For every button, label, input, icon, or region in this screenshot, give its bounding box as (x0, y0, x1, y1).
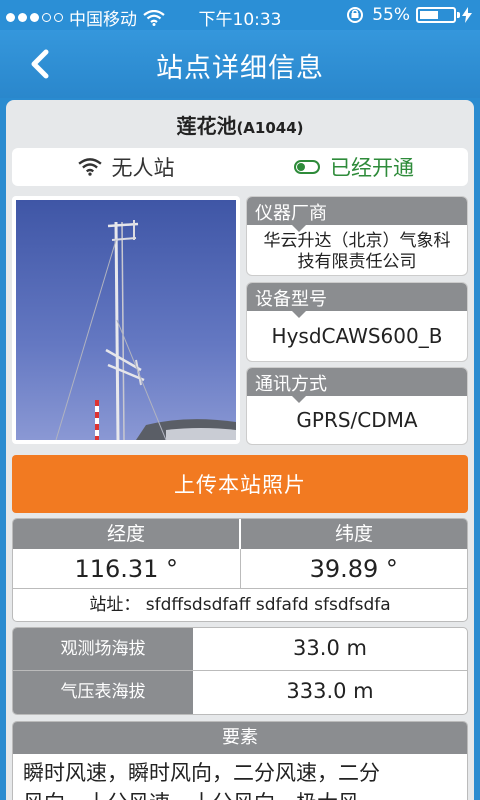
model-value: HysdCAWS600_B (271, 324, 443, 348)
battery-icon (416, 7, 460, 23)
model-box: 设备型号 HysdCAWS600_B (246, 282, 468, 362)
station-status: 已经开通 (240, 148, 468, 186)
manufacturer-box: 仪器厂商 华云升达（北京）气象科 技有限责任公司 (246, 196, 468, 276)
elements-line1: 瞬时风速，瞬时风向，二分风速，二分 (23, 761, 380, 785)
elements-text: 瞬时风速，瞬时风向，二分风速，二分 风向，十分风速，十分风向，极大风 (13, 754, 467, 800)
longitude-value: 116.31 ° (13, 549, 241, 588)
toggle-on-icon (294, 160, 320, 174)
station-detail-panel: 莲花池(A1044) 无人站 已经开通 仪器厂商 华云升达（北京）气象科 技有限… (6, 100, 474, 800)
manufacturer-line2: 技有限责任公司 (297, 252, 417, 272)
coordinates-values: 116.31 ° 39.89 ° (13, 549, 467, 589)
manufacturer-value: 华云升达（北京）气象科 技有限责任公司 (247, 225, 467, 275)
communication-label: 通讯方式 (247, 368, 467, 403)
status-bar: 中国移动 下午10:33 55% (0, 0, 480, 30)
longitude-label: 经度 (13, 519, 241, 549)
manufacturer-line1: 华云升达（北京）气象科 (263, 231, 451, 251)
station-address: 站址： sfdffsdsdfaff sdfafd sfsdfsdfa (89, 595, 391, 615)
station-status-row: 无人站 已经开通 (12, 148, 468, 186)
latitude-label: 纬度 (334, 523, 373, 545)
page-title: 站点详细信息 (156, 53, 324, 84)
station-photo[interactable] (12, 196, 240, 444)
field-altitude-row: 观测场海拔 33.0 m (13, 628, 467, 671)
wifi-icon (77, 158, 102, 176)
rotation-lock-icon (347, 7, 364, 23)
elements-line2: 风向，十分风速，十分风向，极大风 (23, 788, 457, 800)
elements-section: 要素 瞬时风速，瞬时风向，二分风速，二分 风向，十分风速，十分风向，极大风 (12, 721, 468, 800)
barometer-altitude-row: 气压表海拔 333.0 m (13, 671, 467, 714)
field-altitude-value: 33.0 m (293, 636, 367, 660)
station-code: (A1044) (236, 119, 304, 137)
station-name: 莲花池 (176, 114, 237, 138)
upload-photo-button[interactable]: 上传本站照片 (12, 455, 468, 513)
communication-value: GPRS/CDMA (296, 408, 418, 432)
station-status-label: 已经开通 (330, 156, 414, 180)
station-type-label: 无人站 (111, 156, 175, 180)
altitude-table: 观测场海拔 33.0 m 气压表海拔 333.0 m (12, 627, 468, 715)
coordinates-table: 经度 纬度 116.31 ° 39.89 ° 站址： sfdffsdsdfaff… (12, 518, 468, 622)
model-label: 设备型号 (247, 283, 467, 318)
manufacturer-label: 仪器厂商 (247, 197, 467, 232)
station-type: 无人站 (12, 148, 240, 186)
coordinates-header: 经度 纬度 (13, 519, 467, 549)
status-right: 55% (344, 5, 472, 25)
barometer-altitude-value: 333.0 m (286, 679, 374, 703)
elements-label: 要素 (13, 722, 467, 754)
navigation-bar: 站点详细信息 (0, 30, 480, 98)
weather-mast-image (16, 200, 236, 440)
latitude-value: 39.89 ° (309, 555, 398, 583)
communication-box: 通讯方式 GPRS/CDMA (246, 367, 468, 445)
charging-icon (462, 7, 472, 23)
battery-percent: 55% (372, 5, 410, 25)
barometer-altitude-label: 气压表海拔 (13, 671, 193, 714)
station-title: 莲花池(A1044) (6, 110, 474, 139)
field-altitude-label: 观测场海拔 (13, 628, 193, 670)
